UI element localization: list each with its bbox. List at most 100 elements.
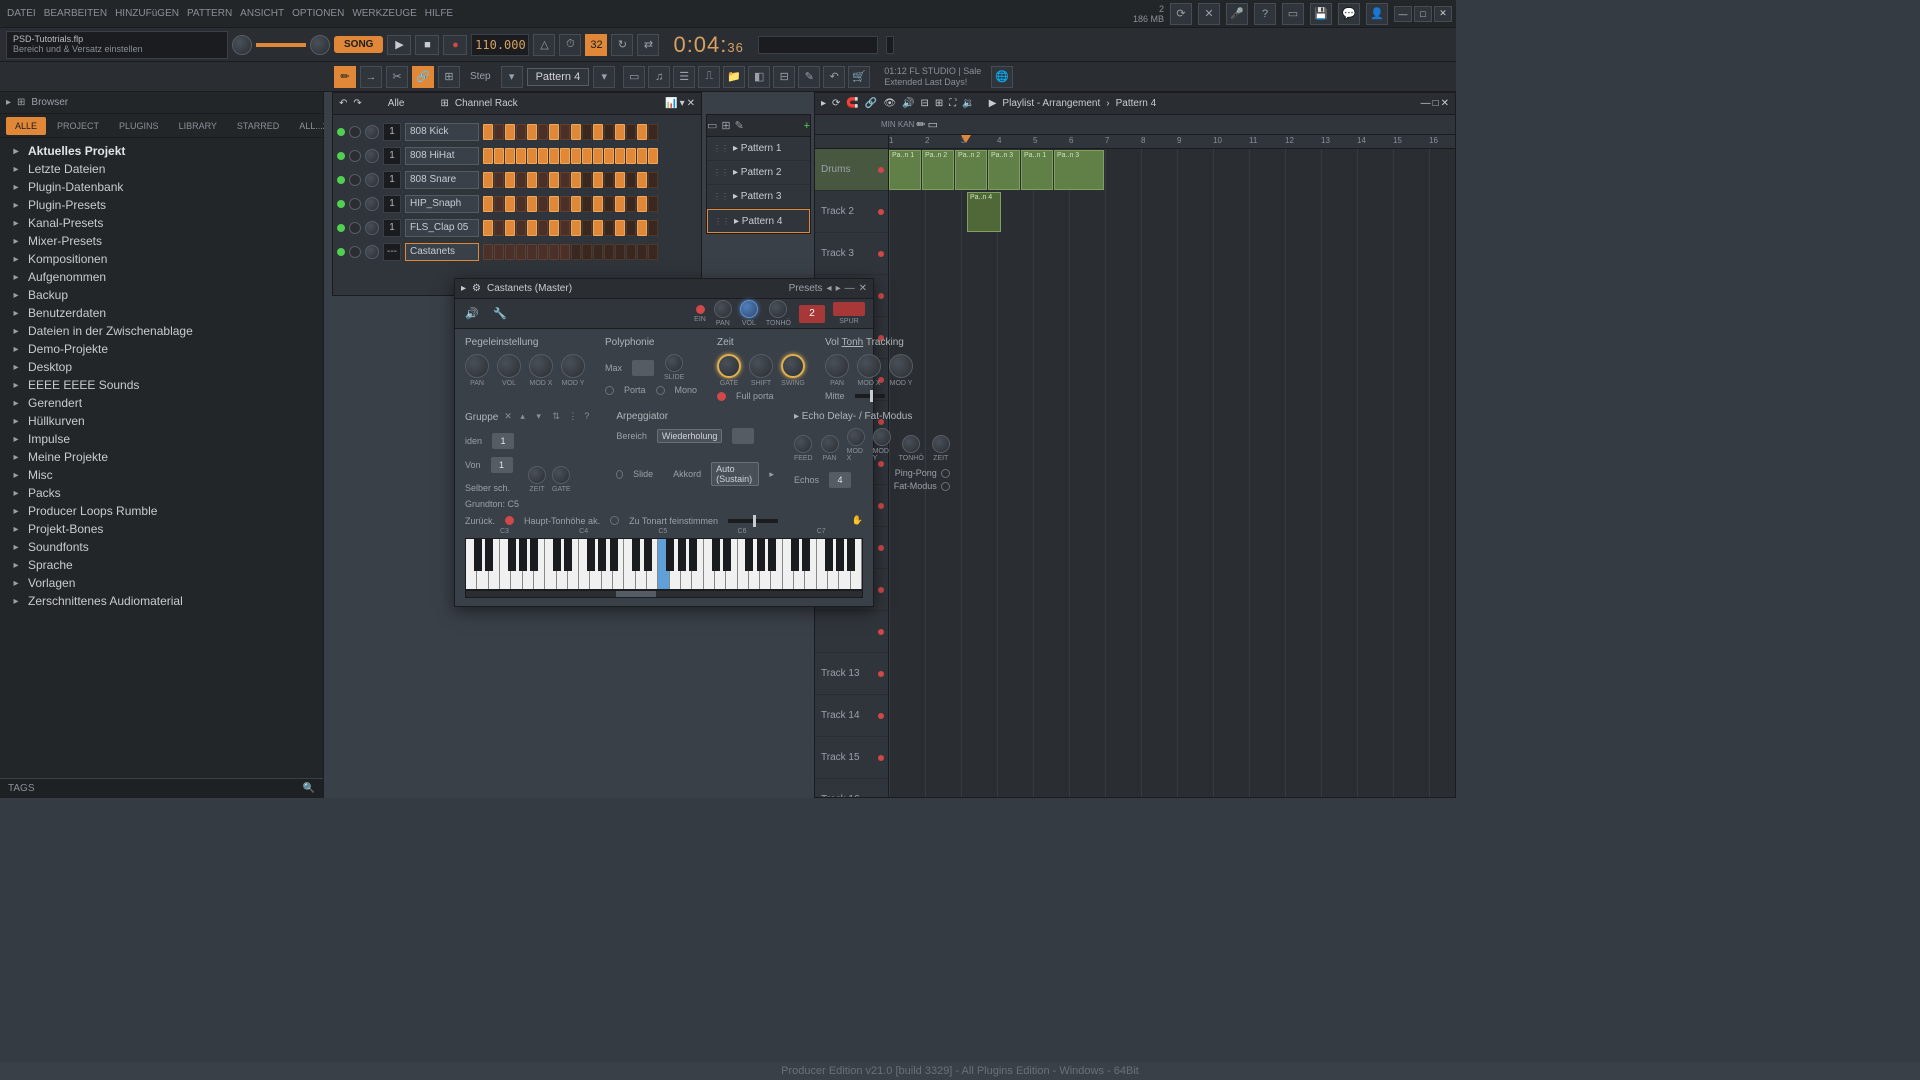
drag-handle-icon[interactable]: ⋮⋮ (714, 217, 730, 226)
track-header[interactable]: Drums (815, 149, 888, 191)
channel-name[interactable]: 808 Snare (405, 171, 479, 189)
group-gate-knob[interactable] (552, 466, 570, 484)
step-cell[interactable] (516, 124, 526, 140)
step-cell[interactable] (483, 196, 493, 212)
channel-name[interactable]: Castanets (405, 243, 479, 261)
news-info[interactable]: 01:12 FL STUDIO | Sale Extended Last Day… (884, 66, 981, 88)
step-cell[interactable] (593, 148, 603, 164)
tree-item[interactable]: ▸EEEE EEEE Sounds (0, 376, 323, 394)
track-mute-dot[interactable] (878, 755, 884, 761)
step-cell[interactable] (483, 124, 493, 140)
paint-tool-icon[interactable]: → (360, 66, 382, 88)
track-header[interactable]: Track 16 (815, 779, 888, 797)
level-vol-knob[interactable] (497, 354, 521, 378)
track-mute-dot[interactable] (878, 503, 884, 509)
step-cell[interactable] (549, 244, 559, 260)
step-cell[interactable] (604, 124, 614, 140)
arp-range-dropdown[interactable]: Wiederholung (657, 429, 723, 443)
step-cell[interactable] (483, 244, 493, 260)
view-tempo-icon[interactable]: ⊟ (773, 66, 795, 88)
view-shop-icon[interactable]: 🛒 (848, 66, 870, 88)
step-cell[interactable] (538, 244, 548, 260)
clip[interactable]: Pa..n 3 (988, 150, 1020, 190)
channel-pan-knob[interactable] (365, 125, 379, 139)
step-cell[interactable] (604, 220, 614, 236)
black-key[interactable] (678, 539, 686, 571)
echo-time-knob[interactable] (932, 435, 950, 453)
black-key[interactable] (553, 539, 561, 571)
step-cell[interactable] (626, 172, 636, 188)
mic-icon[interactable]: 🎤 (1226, 3, 1248, 25)
pat-dropdown-icon[interactable]: ▾ (593, 66, 615, 88)
step-cell[interactable] (505, 220, 515, 236)
pattern-item[interactable]: ⋮⋮▸ Pattern 2 (707, 161, 810, 185)
step-cell[interactable] (549, 196, 559, 212)
tree-item[interactable]: ▸Gerendert (0, 394, 323, 412)
channel-name[interactable]: 808 HiHat (405, 147, 479, 165)
channel-mixer-num[interactable]: 1 (383, 147, 401, 165)
tree-item[interactable]: ▸Packs (0, 484, 323, 502)
step-cell[interactable] (626, 124, 636, 140)
track-header[interactable]: Track 15 (815, 737, 888, 779)
chat-icon[interactable]: 💬 (1338, 3, 1360, 25)
echo-fat-radio[interactable] (941, 482, 950, 491)
time-gate-knob[interactable] (717, 354, 741, 378)
browser-tab-project[interactable]: PROJECT (48, 117, 108, 135)
track-header[interactable] (815, 611, 888, 653)
chs-wrench-icon[interactable]: 🔧 (491, 305, 509, 323)
keyboard-scrollbar[interactable] (465, 590, 863, 598)
channel-name[interactable]: 808 Kick (405, 123, 479, 141)
black-key[interactable] (745, 539, 753, 571)
group-von-display[interactable]: 1 (491, 457, 513, 473)
step-cell[interactable] (571, 196, 581, 212)
pl-audio-icon[interactable]: 🔉 (962, 98, 974, 109)
track-mute-dot[interactable] (878, 587, 884, 593)
track-pan-knob[interactable] (825, 354, 849, 378)
channel-led[interactable] (337, 176, 345, 184)
track-mute-dot[interactable] (878, 671, 884, 677)
snap-step-label[interactable]: Step (464, 71, 497, 82)
browser-pin-icon[interactable]: ⊞ (17, 97, 25, 108)
tree-item[interactable]: ▸Plugin-Datenbank (0, 178, 323, 196)
chs-enable-led[interactable] (696, 305, 705, 314)
stop-button[interactable]: ■ (415, 35, 439, 55)
step-cell[interactable] (494, 148, 504, 164)
pl-step-icon[interactable]: ⊟ (920, 98, 928, 109)
track-mute-dot[interactable] (878, 713, 884, 719)
arp-repeat-display[interactable] (732, 428, 754, 444)
step-cell[interactable] (560, 148, 570, 164)
black-key[interactable] (474, 539, 482, 571)
black-key[interactable] (723, 539, 731, 571)
channel-mute[interactable] (349, 222, 361, 234)
pl-tool-draw[interactable]: ✏ (916, 118, 925, 131)
step-cell[interactable] (560, 172, 570, 188)
track-header[interactable]: Track 14 (815, 695, 888, 737)
step-cell[interactable] (483, 220, 493, 236)
browser-tab-plugins[interactable]: PLUGINS (110, 117, 168, 135)
step-cell[interactable] (516, 220, 526, 236)
cr-graph-icon[interactable]: 📊 (665, 98, 677, 109)
view-browser-icon[interactable]: 📁 (723, 66, 745, 88)
group-rand-icon[interactable]: ⇅ (552, 411, 564, 423)
step-cell[interactable] (571, 172, 581, 188)
play-button[interactable]: ▶ (387, 35, 411, 55)
step-cell[interactable] (571, 220, 581, 236)
step-cell[interactable] (593, 244, 603, 260)
main-pitch-slider[interactable] (256, 43, 306, 47)
tracking-mid-slider[interactable] (855, 394, 885, 398)
clip[interactable]: Pa..n 1 (1021, 150, 1053, 190)
chs-prev-preset-icon[interactable]: ◂ (827, 283, 832, 294)
channel-pan-knob[interactable] (365, 149, 379, 163)
level-pan-knob[interactable] (465, 354, 489, 378)
step-cell[interactable] (626, 196, 636, 212)
root-hand-icon[interactable]: ✋ (852, 515, 863, 526)
browser-tab-all[interactable]: ALLE (6, 117, 46, 135)
step-cell[interactable] (549, 172, 559, 188)
search-icon[interactable]: 🔍 (303, 783, 315, 794)
black-key[interactable] (598, 539, 606, 571)
channel-name[interactable]: HIP_Snaph (405, 195, 479, 213)
step-cell[interactable] (615, 172, 625, 188)
pl-arrow-icon[interactable]: ▶ (989, 98, 997, 109)
cut-tool-icon[interactable]: ✂ (386, 66, 408, 88)
black-key[interactable] (610, 539, 618, 571)
